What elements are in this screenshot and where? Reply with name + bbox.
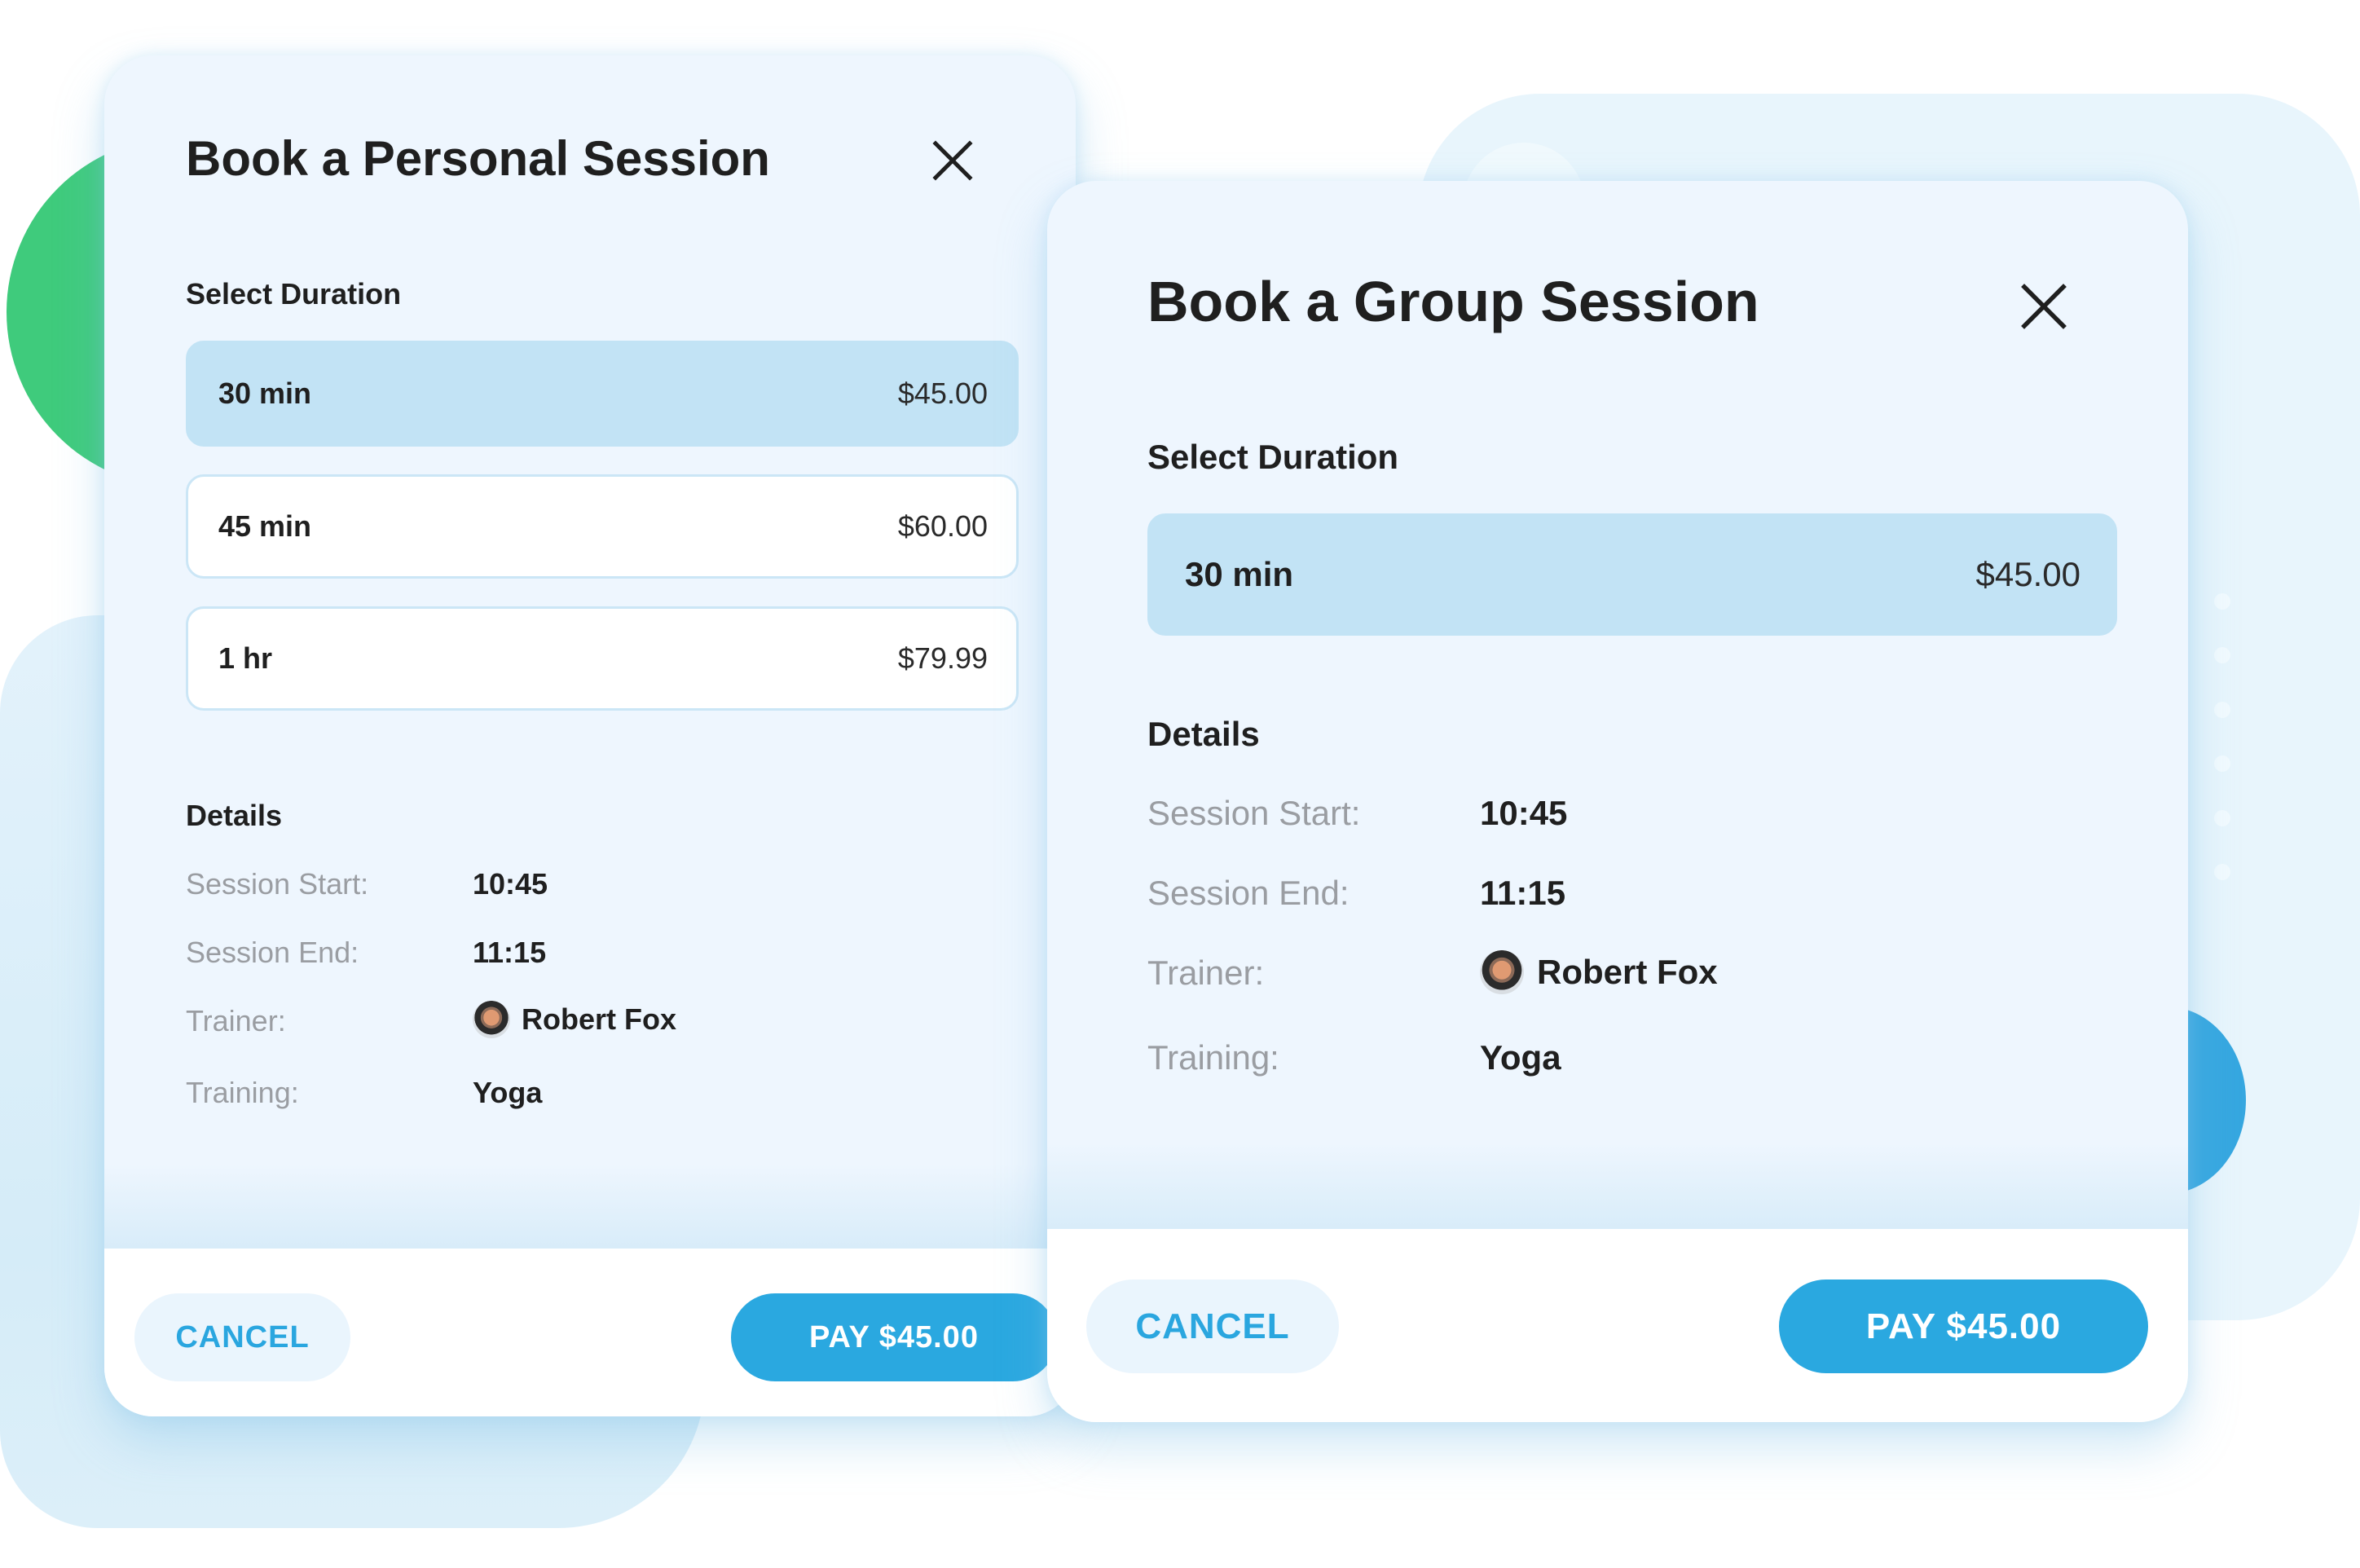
duration-price: $60.00 [897, 509, 988, 543]
dialog-title: Book a Personal Session [186, 131, 770, 186]
select-duration-label: Select Duration [1147, 438, 1399, 476]
decor-dot [2214, 647, 2230, 663]
close-icon [2021, 284, 2067, 329]
personal-session-dialog: Book a Personal Session Select Duration … [104, 55, 1076, 1416]
footer-shadow [1047, 1143, 2188, 1229]
group-session-dialog: Book a Group Session Select Duration 30 … [1047, 181, 2188, 1422]
details-label: Details [186, 799, 283, 832]
select-duration-label: Select Duration [186, 277, 402, 311]
trainer-name: Robert Fox [1537, 953, 1718, 991]
detail-value-trainer: Robert Fox [1480, 950, 1718, 994]
detail-key: Session End: [1147, 874, 1350, 912]
close-icon [932, 140, 973, 181]
footer-shadow [104, 1164, 1076, 1249]
duration-price: $45.00 [1975, 555, 2080, 593]
dialog-footer: CANCEL PAY $45.00 [104, 1249, 1076, 1416]
duration-label: 1 hr [218, 641, 273, 675]
detail-value: Yoga [473, 1076, 543, 1109]
detail-value: 11:15 [473, 936, 547, 969]
duration-option-45-min[interactable]: 45 min $60.00 [186, 474, 1019, 579]
decor-dot [2214, 810, 2230, 826]
duration-label: 45 min [218, 509, 312, 543]
duration-label: 30 min [1185, 555, 1294, 593]
detail-key: Training: [1147, 1038, 1279, 1077]
trainer-avatar [1480, 950, 1524, 994]
cancel-button[interactable]: CANCEL [1086, 1280, 1339, 1373]
duration-price: $79.99 [897, 641, 988, 675]
duration-price: $45.00 [897, 377, 988, 410]
detail-key: Training: [186, 1076, 299, 1109]
close-button[interactable] [932, 140, 973, 181]
detail-key: Session Start: [186, 867, 369, 901]
detail-key: Trainer: [186, 1004, 286, 1037]
duration-option-30-min[interactable]: 30 min $45.00 [1147, 513, 2117, 636]
decor-dot [2214, 702, 2230, 718]
detail-value-trainer: Robert Fox [473, 1001, 676, 1038]
detail-key: Session End: [186, 936, 359, 969]
duration-option-30-min[interactable]: 30 min $45.00 [186, 341, 1019, 447]
decor-dot [2214, 593, 2230, 610]
detail-value: 10:45 [473, 867, 548, 901]
pay-button[interactable]: PAY $45.00 [1779, 1280, 2148, 1373]
pay-button[interactable]: PAY $45.00 [731, 1293, 1057, 1381]
details-label: Details [1147, 715, 1260, 753]
detail-value: Yoga [1480, 1038, 1561, 1077]
close-button[interactable] [2021, 284, 2067, 329]
cancel-button[interactable]: CANCEL [134, 1293, 350, 1381]
decor-dot [2214, 755, 2230, 772]
dialog-footer: CANCEL PAY $45.00 [1047, 1229, 2188, 1422]
trainer-name: Robert Fox [522, 1002, 677, 1036]
detail-key: Session Start: [1147, 794, 1361, 832]
detail-value: 11:15 [1480, 874, 1566, 912]
trainer-avatar [473, 1001, 510, 1038]
duration-label: 30 min [218, 377, 312, 410]
duration-option-1-hr[interactable]: 1 hr $79.99 [186, 606, 1019, 711]
dialog-title: Book a Group Session [1147, 270, 1759, 333]
detail-key: Trainer: [1147, 954, 1265, 992]
detail-value: 10:45 [1480, 794, 1568, 832]
decor-dot [2214, 864, 2230, 880]
